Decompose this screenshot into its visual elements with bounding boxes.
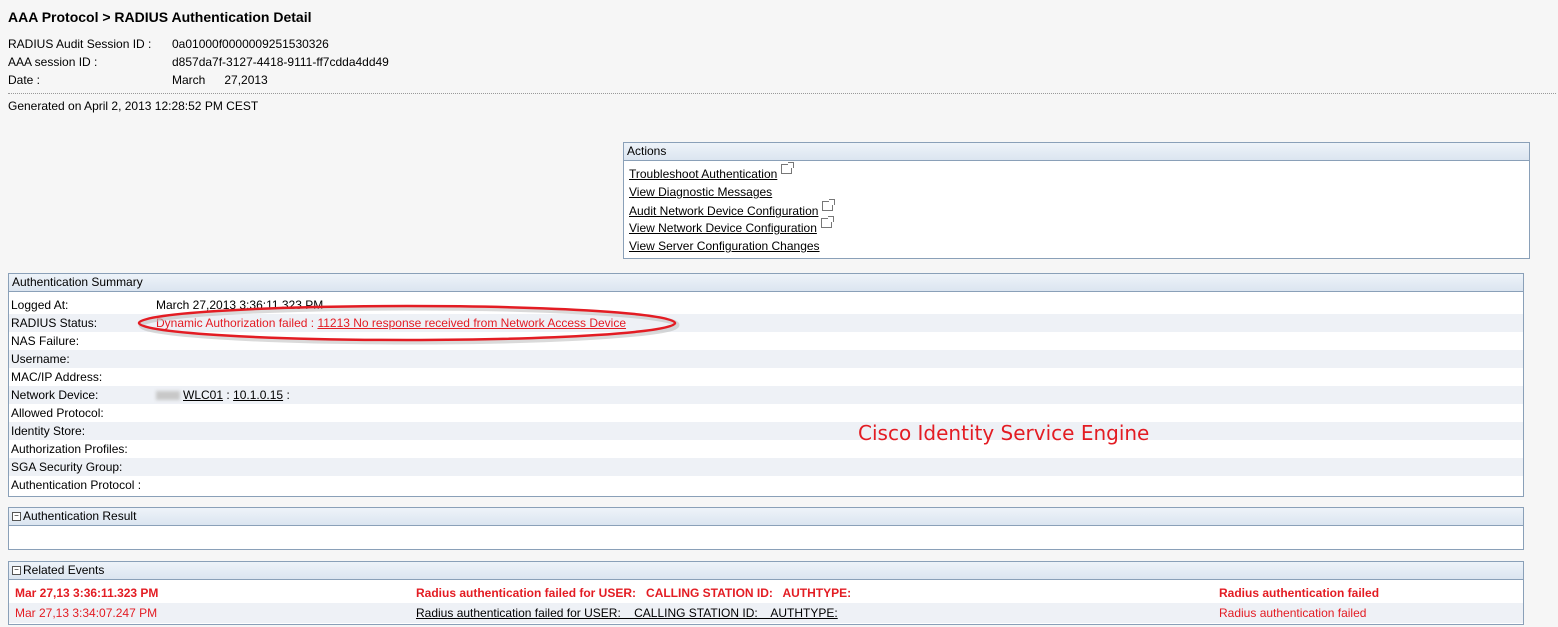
event-time: Mar 27,13 3:36:11.323 PM bbox=[15, 586, 159, 600]
event-time: Mar 27,13 3:34:07.247 PM bbox=[15, 606, 158, 620]
action-server-changes: View Server Configuration Changes bbox=[629, 239, 820, 253]
event-row: Mar 27,13 3:34:07.247 PM Radius authenti… bbox=[9, 603, 1523, 623]
action-audit-config: Audit Network Device Configuration bbox=[629, 199, 836, 218]
radius-status-label: RADIUS Status: bbox=[11, 316, 98, 330]
network-device-ip-link[interactable]: 10.1.0.15 bbox=[233, 388, 283, 402]
sga-security-group-label: SGA Security Group: bbox=[11, 460, 123, 474]
event-description: Radius authentication failed for USER: C… bbox=[416, 586, 852, 600]
action-diagnostic: View Diagnostic Messages bbox=[629, 185, 772, 199]
identity-store-label: Identity Store: bbox=[11, 424, 86, 438]
view-diagnostic-messages-link[interactable]: View Diagnostic Messages bbox=[629, 185, 772, 199]
summary-row-allowed-protocol: Allowed Protocol: bbox=[9, 404, 1523, 422]
mac-ip-label: MAC/IP Address: bbox=[11, 370, 103, 384]
external-link-icon[interactable] bbox=[822, 199, 836, 211]
view-network-device-config-link[interactable]: View Network Device Configuration bbox=[629, 221, 817, 235]
highlight-annotation-ellipse bbox=[137, 304, 680, 345]
actions-title: Actions bbox=[624, 143, 1529, 161]
authentication-summary-title: Authentication Summary bbox=[9, 274, 1523, 292]
authorization-profiles-label: Authorization Profiles: bbox=[11, 442, 128, 456]
summary-row-username: Username: bbox=[9, 350, 1523, 368]
external-link-icon[interactable] bbox=[781, 162, 795, 174]
cisco-ise-watermark: Cisco Identity Service Engine bbox=[858, 421, 1150, 445]
event-status: Radius authentication failed bbox=[1219, 606, 1367, 620]
date-value: March 27,2013 bbox=[172, 73, 268, 87]
action-view-device-config: View Network Device Configuration bbox=[629, 216, 834, 235]
aaa-session-label: AAA session ID : bbox=[8, 55, 98, 69]
summary-row-sga: SGA Security Group: bbox=[9, 458, 1523, 476]
collapse-toggle-icon[interactable]: − bbox=[12, 512, 21, 522]
network-device-label: Network Device: bbox=[11, 388, 99, 402]
header-divider bbox=[8, 93, 1556, 94]
summary-row-auth-protocol: Authentication Protocol : bbox=[9, 476, 1523, 494]
redacted-prefix bbox=[156, 391, 180, 401]
summary-row-network-device: Network Device: WLC01 : 10.1.0.15 : bbox=[9, 386, 1523, 404]
related-events-panel: − Related Events Mar 27,13 3:36:11.323 PM… bbox=[8, 561, 1524, 625]
external-link-icon[interactable] bbox=[820, 216, 834, 228]
network-device-separator: : bbox=[226, 388, 230, 402]
session-id-value: 0a01000f0000009251530326 bbox=[172, 37, 329, 51]
event-status: Radius authentication failed bbox=[1219, 586, 1380, 600]
view-server-config-changes-link[interactable]: View Server Configuration Changes bbox=[629, 239, 820, 253]
network-device-value: WLC01 : 10.1.0.15 : bbox=[156, 386, 290, 404]
authentication-result-title: Authentication Result bbox=[23, 509, 137, 523]
date-month: March bbox=[172, 73, 206, 87]
network-device-name-link[interactable]: WLC01 bbox=[183, 388, 223, 402]
allowed-protocol-label: Allowed Protocol: bbox=[11, 406, 104, 420]
summary-row-identity-store: Identity Store: bbox=[9, 422, 1523, 440]
network-device-trailing: : bbox=[286, 388, 290, 402]
page-title: AAA Protocol > RADIUS Authentication Det… bbox=[8, 9, 312, 25]
related-events-header[interactable]: − Related Events bbox=[9, 562, 1523, 580]
generated-timestamp: Generated on April 2, 2013 12:28:52 PM C… bbox=[8, 99, 259, 113]
event-description-link[interactable]: Radius authentication failed for USER: C… bbox=[416, 603, 838, 623]
session-id-label: RADIUS Audit Session ID : bbox=[8, 37, 152, 51]
action-troubleshoot: Troubleshoot Authentication bbox=[629, 162, 795, 181]
summary-row-authz-profiles: Authorization Profiles: bbox=[9, 440, 1523, 458]
event-row: Mar 27,13 3:36:11.323 PM Radius authenti… bbox=[9, 583, 1523, 603]
collapse-toggle-icon[interactable]: − bbox=[12, 566, 21, 576]
date-day-year: 27,2013 bbox=[224, 73, 268, 87]
related-events-title: Related Events bbox=[23, 563, 105, 577]
nas-failure-label: NAS Failure: bbox=[11, 334, 80, 348]
aaa-session-value: d857da7f-3127-4418-9111-ff7cdda4dd49 bbox=[172, 55, 389, 69]
audit-network-device-config-link[interactable]: Audit Network Device Configuration bbox=[629, 204, 818, 218]
authentication-result-header[interactable]: − Authentication Result bbox=[9, 508, 1523, 526]
logged-at-label: Logged At: bbox=[11, 298, 69, 312]
authentication-result-panel: − Authentication Result bbox=[8, 507, 1524, 550]
actions-panel: Actions Troubleshoot Authentication View… bbox=[623, 142, 1530, 259]
date-label: Date : bbox=[8, 73, 41, 87]
summary-row-mac-ip: MAC/IP Address: bbox=[9, 368, 1523, 386]
troubleshoot-authentication-link[interactable]: Troubleshoot Authentication bbox=[629, 167, 777, 181]
username-label: Username: bbox=[11, 352, 70, 366]
authentication-protocol-label: Authentication Protocol : bbox=[11, 478, 142, 492]
